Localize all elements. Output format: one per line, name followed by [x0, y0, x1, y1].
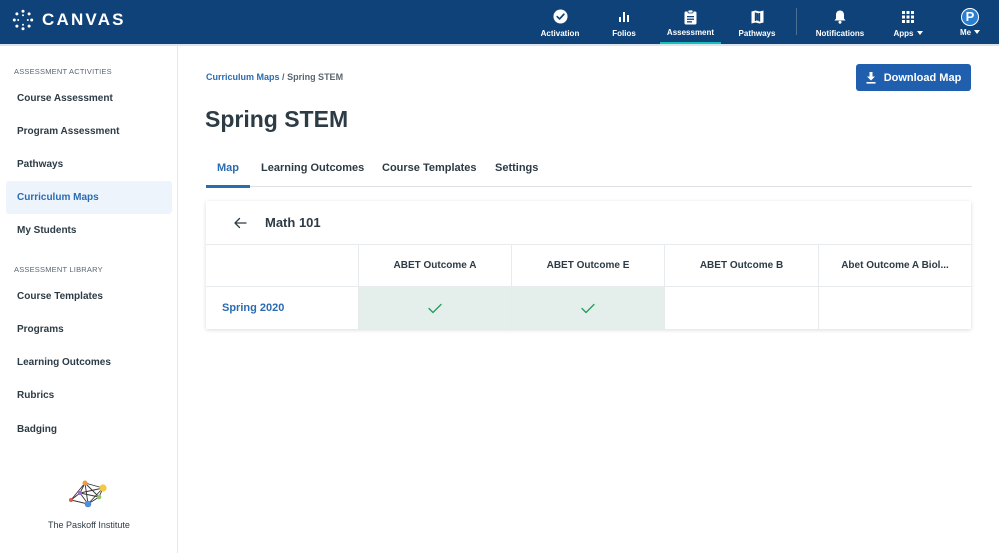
avatar: P [961, 7, 979, 26]
institution-name: The Paskoff Institute [48, 520, 130, 530]
download-map-label: Download Map [883, 71, 962, 84]
tab-map[interactable]: Map [217, 162, 239, 174]
sidebar-item-my-students[interactable]: My Students [6, 214, 172, 247]
active-tab-indicator [206, 185, 250, 188]
nav-label: Notifications [815, 28, 865, 38]
sidebar-item-label: Badging [17, 424, 57, 435]
breadcrumb-separator: / [282, 72, 285, 82]
column-header: ABET Outcome B [665, 245, 819, 287]
page-title: Spring STEM [205, 106, 349, 132]
chevron-down-icon [916, 31, 923, 36]
tab-label: Map [217, 162, 239, 174]
sidebar-item-label: Course Assessment [17, 93, 113, 104]
term-label: Spring 2020 [222, 302, 285, 314]
nav-me[interactable]: P Me [952, 0, 988, 44]
row-header-term[interactable]: Spring 2020 [206, 287, 359, 329]
column-header: Abet Outcome A Biol... [819, 245, 971, 287]
nav-apps[interactable]: Apps [886, 0, 930, 44]
sidebar-item-label: Pathways [17, 159, 64, 170]
check-circle-icon [552, 9, 568, 25]
check-icon [428, 303, 442, 313]
canvas-logo[interactable]: CANVAS [12, 9, 126, 31]
sidebar-item-badging[interactable]: Badging [6, 413, 172, 446]
canvas-logo-icon [12, 9, 34, 31]
sidebar-item-learning-outcomes[interactable]: Learning Outcomes [6, 346, 172, 379]
back-arrow-icon[interactable] [232, 215, 248, 231]
card-header: Math 101 [206, 201, 971, 245]
map-cell[interactable] [819, 287, 971, 329]
nav-label: Folios [612, 28, 636, 38]
outcome-map-grid: ABET Outcome A ABET Outcome E ABET Outco… [206, 245, 971, 329]
institution-logo-icon [69, 480, 107, 508]
column-header: ABET Outcome A [359, 245, 512, 287]
sidebar-item-course-templates[interactable]: Course Templates [6, 280, 172, 313]
map-icon [749, 9, 765, 25]
nav-notifications[interactable]: Notifications [813, 0, 867, 44]
nav-label: Me [959, 27, 972, 37]
download-icon [866, 71, 876, 84]
sidebar-item-label: Learning Outcomes [17, 357, 111, 368]
sidebar-item-label: Curriculum Maps [17, 192, 99, 203]
check-icon [581, 303, 595, 313]
breadcrumb-current: Spring STEM [287, 72, 344, 82]
nav-label: Apps [893, 28, 914, 38]
column-header-label: Abet Outcome A Biol... [841, 260, 949, 271]
map-cell[interactable] [359, 287, 512, 329]
nav-label: Assessment [666, 28, 715, 37]
bell-icon [832, 9, 848, 25]
tab-label: Learning Outcomes [261, 162, 365, 174]
sidebar-item-pathways[interactable]: Pathways [6, 148, 172, 181]
institution-branding: The Paskoff Institute [0, 478, 178, 530]
sidebar-item-curriculum-maps[interactable]: Curriculum Maps [6, 181, 172, 214]
bar-chart-icon [616, 9, 632, 25]
tab-learning-outcomes[interactable]: Learning Outcomes [261, 162, 364, 174]
column-header-label: ABET Outcome E [546, 260, 630, 271]
grid-icon [900, 9, 916, 25]
nav-label: Activation [540, 28, 580, 38]
map-cell[interactable] [665, 287, 819, 329]
sidebar-item-label: Rubrics [17, 390, 55, 401]
tab-label: Settings [495, 162, 539, 174]
chevron-down-icon [974, 30, 981, 35]
tab-course-templates[interactable]: Course Templates [382, 162, 477, 174]
nav-folios[interactable]: Folios [600, 0, 648, 44]
corner-cell [206, 245, 359, 287]
brand-name: CANVAS [42, 10, 126, 29]
sidebar-item-label: Program Assessment [17, 126, 120, 137]
download-map-button[interactable]: Download Map [856, 64, 971, 91]
sidebar-heading-library: ASSESSMENT LIBRARY [14, 265, 103, 274]
column-header-label: ABET Outcome B [699, 260, 784, 271]
sidebar-item-label: My Students [17, 225, 77, 236]
nav-assessment[interactable]: Assessment [660, 0, 721, 45]
nav-divider [796, 8, 797, 35]
top-navigation-bar: CANVAS Activation Folios Assessment Path… [0, 0, 999, 45]
breadcrumb-link-curriculum-maps[interactable]: Curriculum Maps [206, 72, 280, 82]
nav-pathways[interactable]: Pathways [734, 0, 780, 44]
sidebar-item-program-assessment[interactable]: Program Assessment [6, 115, 172, 148]
sidebar-item-label: Programs [17, 324, 64, 335]
column-header: ABET Outcome E [512, 245, 665, 287]
nav-label: Pathways [738, 28, 776, 38]
course-title: Math 101 [265, 215, 321, 230]
sidebar-heading-activities: ASSESSMENT ACTIVITIES [14, 67, 112, 76]
tab-bar: Map Learning Outcomes Course Templates S… [206, 155, 972, 188]
sidebar: ASSESSMENT ACTIVITIES Course Assessment … [0, 46, 178, 553]
breadcrumb: Curriculum Maps / Spring STEM [206, 72, 343, 82]
tab-settings[interactable]: Settings [495, 162, 538, 174]
clipboard-icon [683, 9, 699, 25]
sidebar-item-label: Course Templates [17, 291, 103, 302]
sidebar-item-rubrics[interactable]: Rubrics [6, 379, 172, 412]
map-cell[interactable] [512, 287, 665, 329]
column-header-label: ABET Outcome A [393, 260, 477, 271]
curriculum-map-card: Math 101 ABET Outcome A ABET Outcome E A… [206, 201, 971, 329]
sidebar-item-course-assessment[interactable]: Course Assessment [6, 82, 172, 115]
sidebar-item-programs[interactable]: Programs [6, 313, 172, 346]
nav-activation[interactable]: Activation [536, 0, 584, 44]
tab-label: Course Templates [382, 162, 477, 174]
